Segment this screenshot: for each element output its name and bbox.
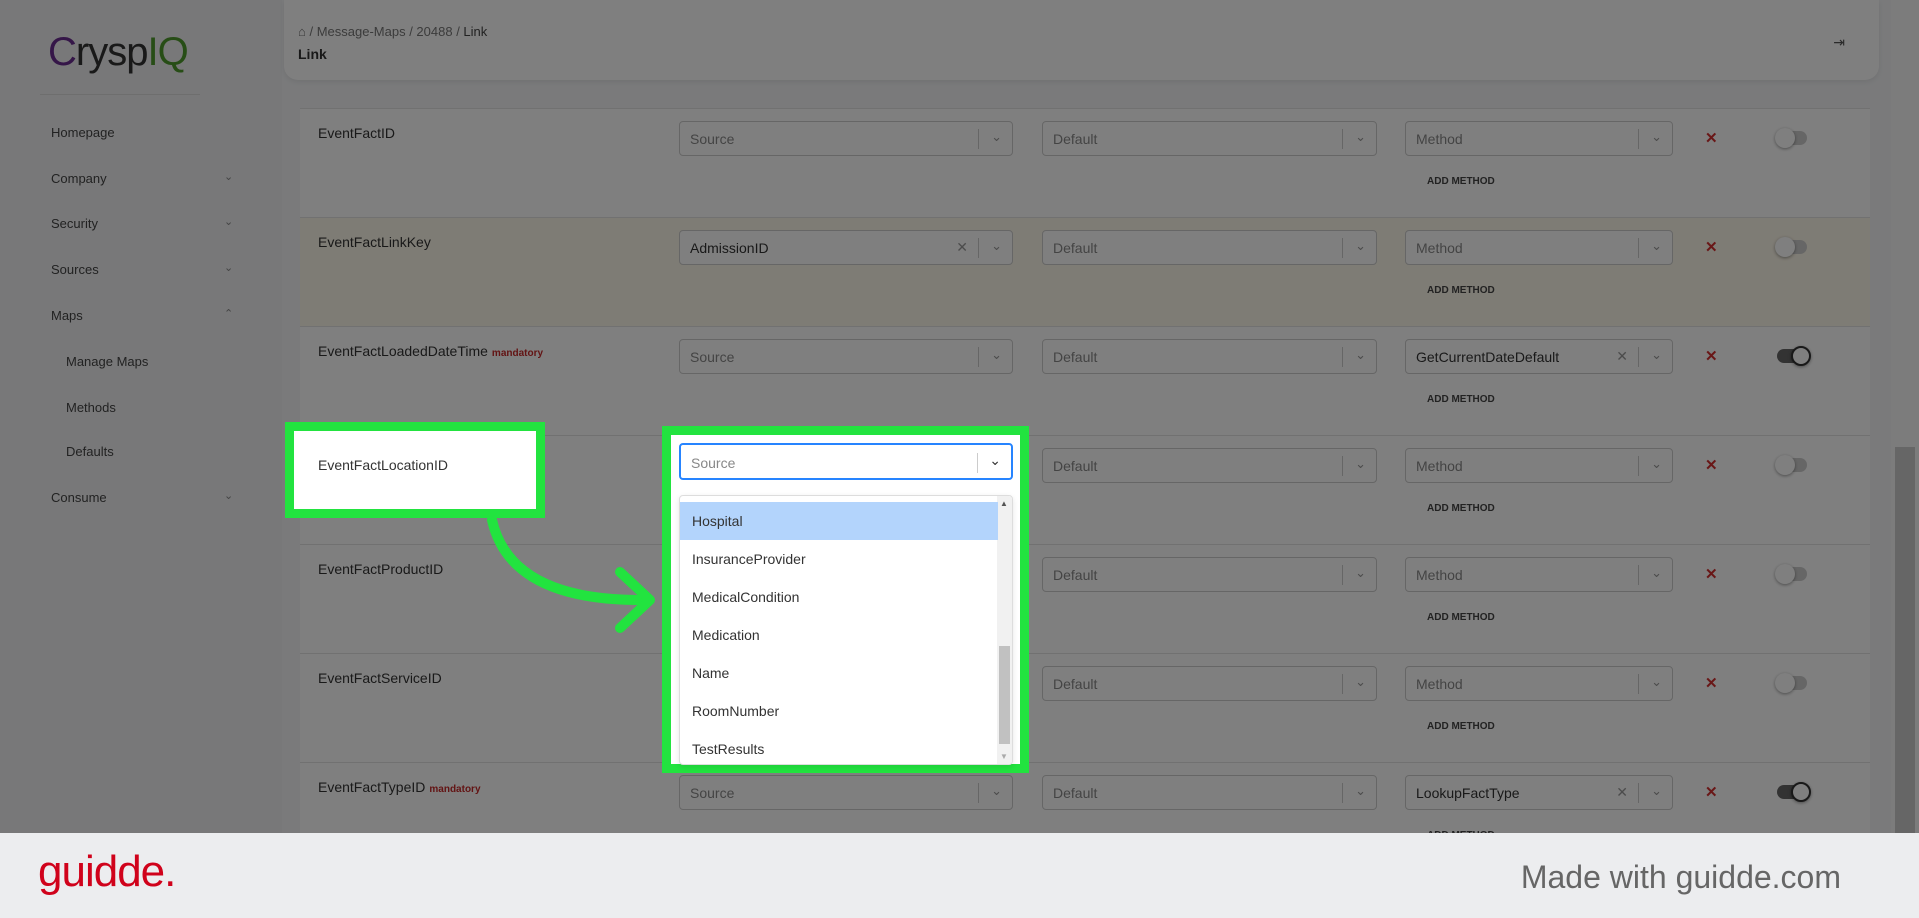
source-placeholder: Source [691, 455, 736, 471]
option-medication[interactable]: Medication [680, 616, 998, 654]
menu-scrollbar[interactable]: ▲ ▼ [997, 496, 1012, 764]
field-label-eventfactlocationid: EventFactLocationID [318, 457, 448, 473]
scroll-up-icon[interactable]: ▲ [1000, 499, 1008, 508]
menu-scrollbar-thumb[interactable] [999, 646, 1010, 744]
option-roomnumber[interactable]: RoomNumber [680, 692, 998, 730]
option-insuranceprovider[interactable]: InsuranceProvider [680, 540, 998, 578]
source-select-open[interactable]: Source ⌄ [679, 443, 1013, 480]
option-medicalcondition[interactable]: MedicalCondition [680, 578, 998, 616]
option-name[interactable]: Name [680, 654, 998, 692]
pointer-arrow-icon [487, 515, 655, 633]
scrollbar-thumb[interactable] [1895, 447, 1915, 833]
scroll-down-icon[interactable]: ▼ [1000, 752, 1008, 761]
source-options-menu: ▲ ▼ Hospital InsuranceProvider MedicalCond… [679, 495, 1013, 765]
footer: guidde. Made with guidde.com [0, 833, 1919, 918]
page-scrollbar[interactable] [1891, 0, 1919, 833]
separator [977, 453, 978, 473]
made-with-text: Made with guidde.com [1520, 859, 1841, 895]
guidde-logo: guidde. [38, 847, 176, 896]
option-testresults[interactable]: TestResults [680, 730, 998, 764]
option-hospital[interactable]: Hospital [680, 502, 998, 540]
highlight-source-dropdown: Source ⌄ ▲ ▼ Hospital InsuranceProvider Me… [662, 426, 1029, 773]
chevron-down-icon[interactable]: ⌄ [989, 452, 1001, 469]
